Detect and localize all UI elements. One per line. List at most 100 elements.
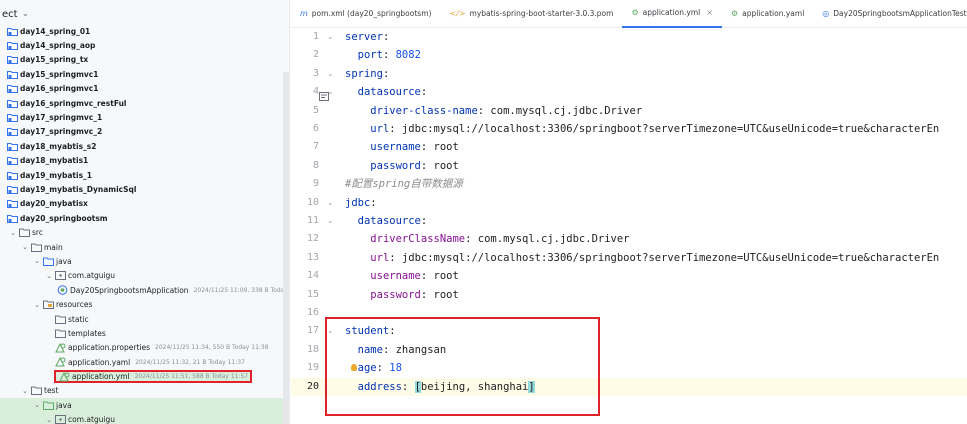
code-line[interactable]: url: jdbc:mysql://localhost:3306/springb… bbox=[345, 249, 939, 267]
tree-item[interactable]: ⌄ src bbox=[0, 225, 289, 239]
tree-item[interactable]: templates bbox=[0, 326, 289, 340]
tab-mybatis-spring-boot-starter-3-0-3-pom[interactable]: </> mybatis-spring-boot-starter-3.0.3.pom bbox=[440, 0, 622, 28]
tree-item[interactable]: day14_spring_aop bbox=[0, 38, 289, 52]
fold-icon[interactable]: ⌄ bbox=[327, 69, 335, 78]
tree-item[interactable]: Day20SpringbootsmApplication 2024/11/25 1… bbox=[0, 283, 289, 297]
structure-icon[interactable] bbox=[319, 86, 331, 101]
tree-item[interactable]: day17_springmvc_2 bbox=[0, 125, 289, 139]
tree-item-content: templates bbox=[54, 328, 106, 338]
tree-item[interactable]: day20_springbootsm bbox=[0, 211, 289, 225]
tab-application-yml[interactable]: ⚙ application.yml × bbox=[622, 0, 722, 28]
yaml-value: jdbc:mysql://localhost:3306/springboot?s… bbox=[401, 251, 940, 264]
code-editor[interactable]: 1 2 3 4 5 6 7 8 9 10 11 12 13 14 15 16 17 18 19 20 ⌄ ⌄ ⌄ ⌄ ⌄ ⌄ se… bbox=[291, 28, 967, 424]
chevron-down-icon[interactable]: ⌄ bbox=[32, 301, 42, 309]
tree-item[interactable]: day18_myabtis_s2 bbox=[0, 139, 289, 153]
tree-item[interactable]: ⌄ com.atguigu bbox=[0, 412, 289, 424]
fold-icon[interactable]: ⌄ bbox=[327, 216, 335, 225]
yaml-key: jdbc bbox=[345, 196, 371, 209]
chevron-down-icon[interactable]: ⌄ bbox=[8, 229, 18, 237]
code-line[interactable]: username: root bbox=[345, 138, 459, 156]
code-line[interactable]: #配置spring自带数据源 bbox=[345, 175, 463, 193]
tree-item-content: day16_springmvc1 bbox=[6, 84, 98, 94]
tree-item-content: day19_mybatis_DynamicSql bbox=[6, 184, 136, 194]
tree-item-label: com.atguigu bbox=[68, 271, 116, 281]
code-line[interactable]: datasource: bbox=[345, 212, 434, 230]
code-line[interactable]: username: root bbox=[345, 267, 459, 285]
tree-item[interactable]: day18_mybatis1 bbox=[0, 154, 289, 168]
code-line[interactable]: password: root bbox=[345, 286, 459, 304]
tree-item[interactable]: day16_springmvc_restFul bbox=[0, 96, 289, 110]
tab-pom-xml-day20-springbootsm[interactable]: m pom.xml (day20_springbootsm) bbox=[291, 0, 440, 28]
code-line[interactable]: datasource: bbox=[345, 83, 434, 101]
module-icon bbox=[6, 41, 18, 51]
tree-item-content: java bbox=[42, 400, 72, 410]
tree-item-label: day14_spring_01 bbox=[20, 26, 91, 36]
tree-item-selected[interactable]: application.yml 2024/11/25 11:51, 588 B T… bbox=[0, 369, 289, 384]
yaml-key: port bbox=[357, 49, 383, 62]
test-class-icon: ◎ bbox=[822, 9, 830, 18]
tab-application-yaml[interactable]: ⚙ application.yaml bbox=[722, 0, 813, 28]
tree-item[interactable]: ⌄ main bbox=[0, 240, 289, 254]
chevron-down-icon[interactable]: ⌄ bbox=[22, 9, 30, 19]
tree-item[interactable]: day14_spring_01 bbox=[0, 24, 289, 38]
yaml-key: password bbox=[370, 159, 421, 172]
code-line[interactable]: driverClassName: com.mysql.cj.jdbc.Drive… bbox=[345, 230, 629, 248]
yaml-colon: : bbox=[370, 196, 383, 209]
fold-icon[interactable]: ⌄ bbox=[327, 32, 335, 41]
chevron-down-icon[interactable]: ⌄ bbox=[20, 387, 30, 395]
tree-item-content: day20_mybatisx bbox=[6, 199, 88, 209]
chevron-down-icon[interactable]: ⌄ bbox=[20, 243, 30, 251]
code-line[interactable]: spring: bbox=[345, 65, 396, 83]
tree-item[interactable]: ⌄ com.atguigu bbox=[0, 269, 289, 283]
code-line[interactable]: server: bbox=[345, 28, 396, 46]
project-scrollbar[interactable] bbox=[283, 72, 289, 424]
code-line[interactable]: driver-class-name: com.mysql.cj.jdbc.Dri… bbox=[345, 102, 642, 120]
yaml-value: root bbox=[433, 270, 459, 283]
chevron-down-icon[interactable]: ⌄ bbox=[44, 272, 54, 280]
line-number: 19 bbox=[306, 362, 319, 374]
tab-day20springbootsmapplicationtests-java[interactable]: ◎Day20SpringbootsmApplicationTests.java bbox=[813, 0, 967, 28]
tree-item[interactable]: day16_springmvc1 bbox=[0, 82, 289, 96]
tree-item[interactable]: ⌄ java bbox=[0, 398, 289, 413]
fold-icon[interactable]: ⌄ bbox=[327, 198, 335, 207]
tree-item[interactable]: day15_spring_tx bbox=[0, 53, 289, 67]
code-line[interactable]: port: 8082 bbox=[345, 46, 421, 64]
tree-item[interactable]: ⌄ test bbox=[0, 384, 289, 398]
tree-item[interactable]: application.properties 2024/11/25 11:34, … bbox=[0, 341, 289, 355]
tree-item[interactable]: day19_mybatis_1 bbox=[0, 168, 289, 182]
tree-item[interactable]: day17_springmvc_1 bbox=[0, 110, 289, 124]
tree-item-label: main bbox=[44, 242, 63, 252]
folder-icon bbox=[30, 386, 42, 396]
tree-item[interactable]: day15_springmvc1 bbox=[0, 67, 289, 81]
tree-item[interactable]: day20_mybatisx bbox=[0, 197, 289, 211]
tree-item-meta: 2024/11/25 11:51, 588 B Today 11:57 bbox=[134, 373, 249, 381]
code-line[interactable]: url: jdbc:mysql://localhost:3306/springb… bbox=[345, 120, 939, 138]
tree-item[interactable]: application.yaml 2024/11/25 11:32, 21 B T… bbox=[0, 355, 289, 369]
tree-item-content: day17_springmvc_1 bbox=[6, 113, 102, 123]
tree-item[interactable]: ⌄ resources bbox=[0, 297, 289, 311]
chevron-down-icon[interactable]: ⌄ bbox=[44, 416, 54, 424]
module-icon bbox=[6, 213, 18, 223]
chevron-down-icon[interactable]: ⌄ bbox=[32, 401, 42, 409]
tree-item[interactable]: day19_mybatis_DynamicSql bbox=[0, 182, 289, 196]
tree-item-content: com.atguigu bbox=[54, 415, 115, 424]
package-icon bbox=[54, 415, 66, 424]
module-icon bbox=[6, 127, 18, 137]
tree-item[interactable]: ⌄ java bbox=[0, 254, 289, 268]
tree-item-label: day15_springmvc1 bbox=[20, 69, 99, 79]
line-number: 6 bbox=[312, 123, 319, 134]
code-line[interactable]: password: root bbox=[345, 157, 459, 175]
yaml-colon: : bbox=[389, 123, 402, 135]
chevron-down-icon[interactable]: ⌄ bbox=[32, 257, 42, 265]
code-line[interactable]: jdbc: bbox=[345, 194, 383, 212]
tree-item-label: Day20SpringbootsmApplication bbox=[70, 285, 189, 295]
yaml-colon: : bbox=[382, 49, 396, 62]
folder-icon bbox=[54, 314, 66, 324]
tree-item[interactable]: static bbox=[0, 312, 289, 326]
yaml-key: driver-class-name bbox=[370, 104, 478, 117]
close-icon[interactable]: × bbox=[706, 8, 713, 17]
